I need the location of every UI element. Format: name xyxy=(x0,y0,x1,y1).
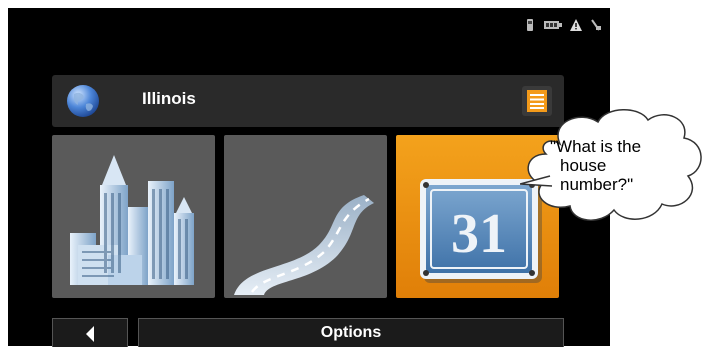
bottom-bar: Options xyxy=(52,318,564,347)
gps-icon xyxy=(591,19,601,31)
phone-icon xyxy=(527,19,533,31)
location-bar[interactable]: Illinois xyxy=(52,75,564,127)
street-tile[interactable] xyxy=(224,135,387,298)
road-icon xyxy=(234,195,374,295)
globe-icon xyxy=(67,85,99,117)
location-name: Illinois xyxy=(142,89,196,108)
back-arrow-icon xyxy=(86,326,94,342)
house-number-sign-value: 31 xyxy=(451,203,507,265)
city-icon xyxy=(70,155,194,285)
city-tile[interactable] xyxy=(52,135,215,298)
back-button[interactable] xyxy=(52,318,128,347)
speech-callout xyxy=(520,109,702,221)
battery-icon xyxy=(544,21,562,29)
status-bar xyxy=(524,19,602,31)
address-tiles: 31 xyxy=(52,135,559,298)
warning-icon xyxy=(570,19,582,31)
options-button[interactable]: Options xyxy=(138,318,564,347)
